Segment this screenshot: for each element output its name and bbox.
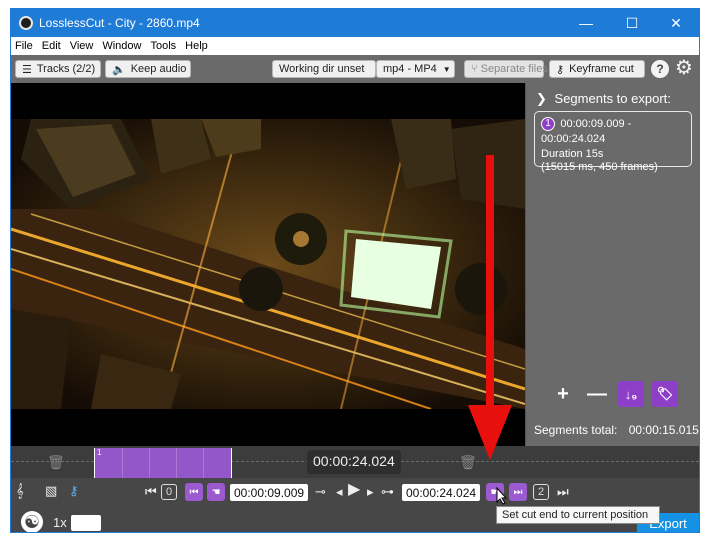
annotation-arrow-icon — [468, 155, 512, 460]
segments-heading: ❯ Segments to export: — [536, 91, 671, 107]
menu-bar: File Edit View Window Tools Help — [11, 37, 699, 55]
waveform-icon[interactable]: 𝄞 — [16, 484, 24, 498]
keyframe-next-icon[interactable]: ⊶ — [381, 485, 394, 499]
menu-view[interactable]: View — [70, 40, 94, 52]
current-time-display: 00:00:24.024 — [307, 450, 401, 474]
menu-tools[interactable]: Tools — [150, 40, 176, 52]
segment-index-left[interactable]: 0 — [161, 484, 177, 500]
title-bar: LosslessCut - City - 2860.mp4 — ☐ ✕ — [11, 9, 699, 37]
video-player[interactable] — [11, 83, 525, 446]
sort-segments-icon[interactable]: ↓₉ — [618, 381, 644, 407]
add-segment-icon[interactable]: + — [550, 381, 576, 407]
segment-tools: + — ↓₉ 🏷 — [550, 381, 678, 407]
separate-files-icon: ⑂ — [471, 63, 478, 75]
app-logo-icon — [19, 16, 33, 30]
keep-audio-button[interactable]: 🔈 Keep audio — [105, 60, 191, 78]
chevron-down-icon: ▼ — [442, 64, 451, 74]
menu-window[interactable]: Window — [102, 40, 141, 52]
help-icon[interactable]: ? — [651, 60, 669, 78]
tracks-button[interactable]: ☰ Tracks (2/2) — [15, 60, 101, 78]
speaker-icon: 🔈 — [112, 63, 126, 76]
screenshot-icon[interactable]: ▧ — [45, 484, 57, 498]
timeline-segment-marker: 1 — [97, 448, 102, 457]
segment-gridline — [149, 448, 150, 478]
working-dir-button[interactable]: Working dir unset — [272, 60, 376, 78]
segment-card[interactable]: 1 00:00:09.009 - 00:00:24.024 Duration 1… — [534, 111, 692, 173]
tag-icon[interactable]: 🏷 — [652, 381, 678, 407]
segment-index-right[interactable]: 2 — [533, 484, 549, 500]
playback-speed-label: 1x — [53, 515, 67, 530]
play-icon[interactable]: ▶ — [348, 482, 360, 498]
keyframe-cut-label: Keyframe cut — [569, 63, 634, 75]
menu-help[interactable]: Help — [185, 40, 208, 52]
cut-end-time-input[interactable] — [402, 484, 480, 501]
key-icon: ⚷ — [556, 63, 565, 76]
tracks-button-label: Tracks (2/2) — [36, 63, 96, 75]
segment-number-badge: 1 — [541, 116, 555, 131]
app-window: LosslessCut - City - 2860.mp4 — ☐ ✕ File… — [10, 8, 700, 533]
segments-total: Segments total: 00:00:15.015 — [534, 423, 699, 437]
close-button[interactable]: ✕ — [653, 9, 699, 37]
segments-panel: ❯ Segments to export: 1 00:00:09.009 - 0… — [525, 83, 699, 446]
timeline-segment[interactable]: 1 — [94, 448, 232, 478]
jump-end-icon[interactable]: ⏭ — [557, 485, 569, 499]
set-cut-start-icon[interactable]: ☚ — [207, 483, 225, 501]
chevron-right-icon[interactable]: ❯ — [536, 91, 547, 106]
segment-details: (15015 ms, 450 frames) — [541, 160, 658, 173]
maximize-button[interactable]: ☐ — [609, 9, 655, 37]
segment-gridline — [176, 448, 177, 478]
video-frame — [11, 119, 525, 409]
yin-yang-icon[interactable]: ☯ — [21, 511, 43, 532]
segments-heading-text: Segments to export: — [554, 91, 671, 106]
cut-start-time-input[interactable] — [230, 484, 308, 501]
tooltip: Set cut end to current position — [496, 506, 660, 524]
trash-icon[interactable]: 🗑 — [47, 454, 65, 471]
jump-start-icon[interactable]: ⏮ — [145, 485, 157, 499]
timeline[interactable]: 🗑 1 00:00:24.024 🗑 — [11, 446, 699, 478]
segments-total-label: Segments total: — [534, 423, 618, 437]
separate-files-label: Separate files — [480, 63, 548, 75]
separate-files-button[interactable]: ⑂ Separate files — [464, 60, 548, 78]
segment-gridline — [122, 448, 123, 478]
segment-duration: Duration 15s — [541, 147, 604, 160]
format-value: mp4 - MP4 — [383, 63, 437, 75]
keyframe-cut-button[interactable]: ⚷ Keyframe cut — [549, 60, 645, 78]
window-title: LosslessCut - City - 2860.mp4 — [39, 16, 200, 30]
step-back-icon[interactable]: ◂ — [336, 485, 343, 499]
keep-audio-label: Keep audio — [130, 63, 187, 75]
keyframe-prev-icon[interactable]: ⊸ — [315, 485, 326, 499]
minimize-button[interactable]: — — [563, 9, 609, 37]
jump-cut-start-icon[interactable]: ⏮ — [185, 483, 203, 501]
top-toolbar: ☰ Tracks (2/2) 🔈 Keep audio Working dir … — [11, 55, 699, 83]
key-icon[interactable]: ⚷ — [69, 484, 79, 498]
segment-gridline — [203, 448, 204, 478]
jump-cut-end-icon[interactable]: ⏭ — [509, 483, 527, 501]
menu-edit[interactable]: Edit — [42, 40, 61, 52]
step-forward-icon[interactable]: ▸ — [367, 485, 374, 499]
remove-segment-icon[interactable]: — — [584, 381, 610, 407]
segments-total-value: 00:00:15.015 — [628, 423, 699, 437]
mouse-cursor-icon — [496, 487, 508, 505]
speed-select[interactable] — [71, 515, 101, 531]
menu-file[interactable]: File — [15, 40, 33, 52]
tracks-list-icon: ☰ — [22, 63, 32, 76]
format-select[interactable]: mp4 - MP4 ▼ — [376, 60, 455, 78]
gear-icon[interactable]: ⚙ — [675, 58, 693, 78]
